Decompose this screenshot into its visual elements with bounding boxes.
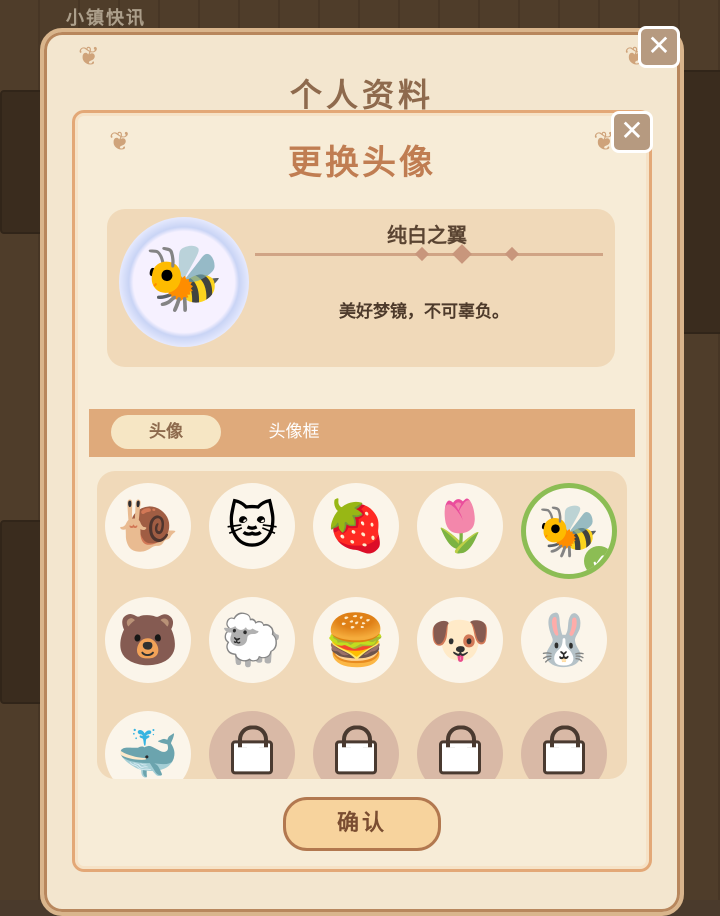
avatar-option-locked-3[interactable] — [417, 711, 503, 779]
tab-avatar-frame[interactable]: 头像框 — [239, 415, 349, 449]
bear-icon: 🐻 — [116, 611, 180, 669]
diamond-icon — [504, 246, 520, 262]
dog-icon: 🐶 — [428, 611, 492, 669]
sheep-icon: 🐑 — [220, 611, 284, 669]
gray-cat-icon: 🐱 — [225, 497, 279, 555]
lock-icon — [439, 725, 481, 775]
avatar-option-strawberry[interactable]: 🍓 — [313, 483, 399, 569]
whale-icon: 🐳 — [116, 725, 180, 779]
avatar-option-dog[interactable]: 🐶 — [417, 597, 503, 683]
avatar-option-locked-1[interactable] — [209, 711, 295, 779]
avatar-option-sheep[interactable]: 🐑 — [209, 597, 295, 683]
diamond-icon — [414, 246, 430, 262]
tulip-icon: 🌷 — [428, 497, 492, 555]
check-icon: ✓ — [584, 546, 612, 574]
tab-bar: 头像 头像框 — [89, 409, 635, 457]
avatar-option-bear[interactable]: 🐻 — [105, 597, 191, 683]
avatar-option-gray-cat[interactable]: 🐱 — [209, 483, 295, 569]
avatar-preview: 🐝 纯白之翼 美好梦镜，不可辜负。 — [107, 209, 615, 367]
flourish-icon: ❦ — [78, 42, 100, 72]
bee-avatar-icon: 🐝 — [119, 217, 249, 347]
avatar-option-tulip[interactable]: 🌷 — [417, 483, 503, 569]
avatar-option-locked-2[interactable] — [313, 711, 399, 779]
avatar-option-snail[interactable]: 🐌 — [105, 483, 191, 569]
bunny-icon: 🐰 — [532, 611, 596, 669]
burger-icon: 🍔 — [324, 611, 388, 669]
frame-description: 美好梦镜，不可辜负。 — [339, 302, 509, 322]
frame-name: 纯白之翼 — [387, 223, 467, 247]
avatar-option-locked-4[interactable] — [521, 711, 607, 779]
avatar-grid: 🐌 🐱 🍓 🌷 🐝 ✓ 🐻 🐑 🍔 🐶 🐰 🐳 — [97, 471, 627, 779]
snail-icon: 🐌 — [116, 497, 180, 555]
avatar-option-bunny[interactable]: 🐰 — [521, 597, 607, 683]
avatar-option-bee[interactable]: 🐝 ✓ — [521, 483, 617, 579]
confirm-button[interactable]: 确认 — [283, 797, 441, 851]
avatar-option-whale[interactable]: 🐳 — [105, 711, 191, 779]
tab-avatar[interactable]: 头像 — [111, 415, 221, 449]
change-avatar-modal: ❦ ❦ 更换头像 ✕ 🐝 纯白之翼 美好梦镜，不可辜负。 头像 头像框 🐌 🐱 🍓 🌷… — [72, 110, 653, 872]
lock-icon — [543, 725, 585, 775]
lock-icon — [335, 725, 377, 775]
close-icon[interactable]: ✕ — [638, 26, 680, 68]
modal-title: 更换头像 — [288, 143, 436, 183]
modal-close-icon[interactable]: ✕ — [611, 111, 653, 153]
strawberry-icon: 🍓 — [324, 497, 388, 555]
lock-icon — [231, 725, 273, 775]
avatar-option-burger[interactable]: 🍔 — [313, 597, 399, 683]
